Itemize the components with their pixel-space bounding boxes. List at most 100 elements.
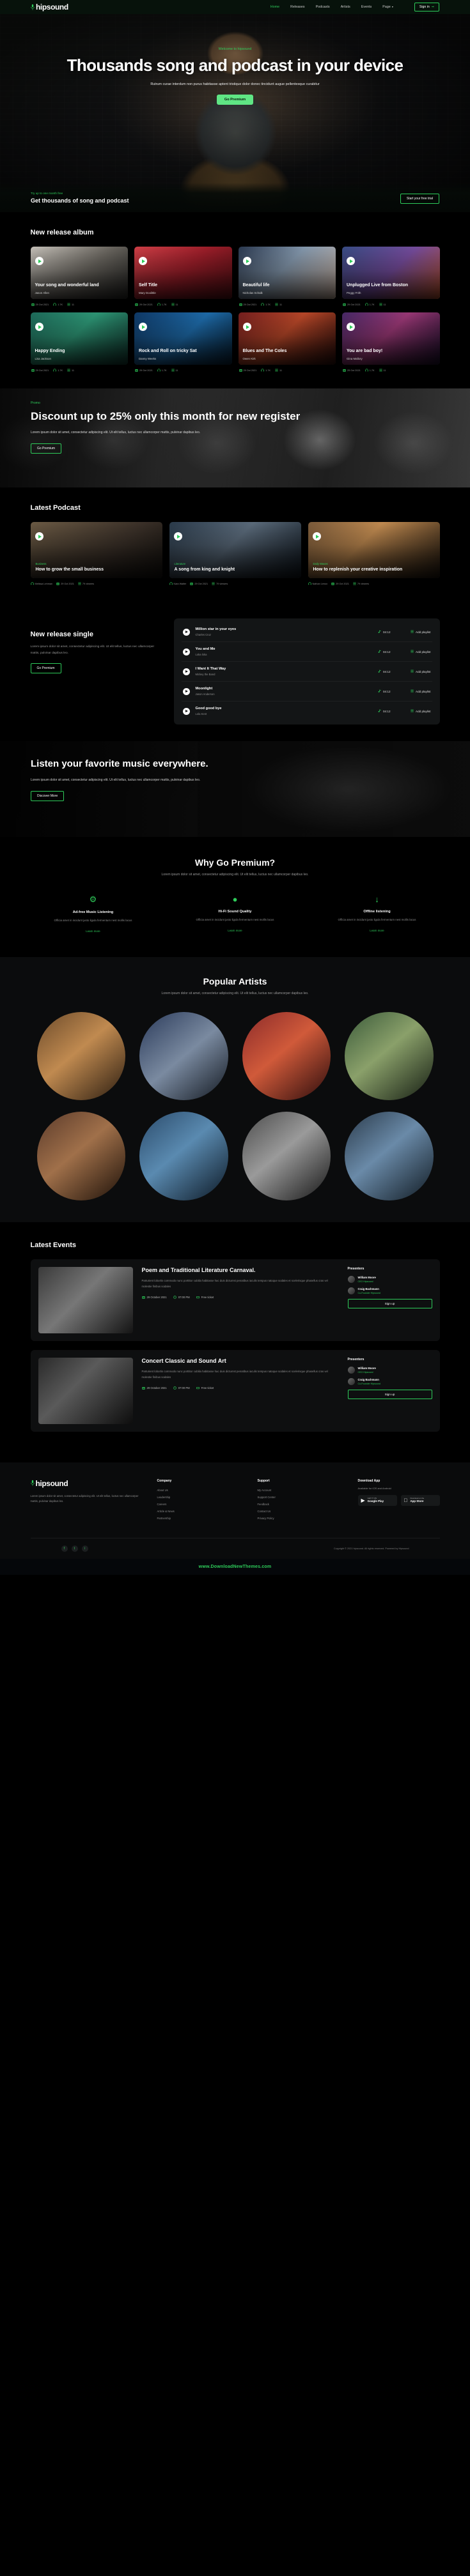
play-icon[interactable] <box>182 687 190 695</box>
footer-link[interactable]: Leadership <box>157 1496 245 1499</box>
store-button[interactable]:  Download on the App Store <box>400 1494 440 1506</box>
track-row[interactable]: I Want It That Way Mickey the Band 04:12… <box>181 662 432 682</box>
play-icon[interactable] <box>139 257 147 265</box>
album-artwork[interactable]: Unplugged Live from Boston Peggy Frith <box>342 247 440 299</box>
artist-avatar[interactable] <box>345 1112 434 1200</box>
music-note-icon <box>378 689 381 693</box>
artist-avatar[interactable] <box>242 1112 331 1200</box>
artist-avatar[interactable] <box>139 1112 228 1200</box>
social-icon[interactable]: i <box>81 1545 88 1552</box>
album-card[interactable]: Rock and Roll on tricky Sat Danny Weeks … <box>134 312 232 372</box>
album-card[interactable]: Self Title Mary Doolittle 29 Oct 2021 1.… <box>134 247 232 306</box>
nav-item-page[interactable]: Page ▾ <box>382 5 393 9</box>
store-button[interactable]: ▶ GET IT ON Google Play <box>357 1494 397 1506</box>
play-icon[interactable] <box>182 707 190 715</box>
footer-link[interactable]: Support Center <box>258 1496 345 1499</box>
album-artwork[interactable]: Happy Ending Lisa Jackson <box>30 312 128 365</box>
hero-go-premium-button[interactable]: Go Premium <box>216 95 254 105</box>
brand-logo[interactable]: hipsound <box>31 3 68 12</box>
podcast-card[interactable]: Literature A song from king and knight K… <box>169 522 301 585</box>
album-meta: 29 Oct 2021 1.7K 11 <box>31 303 129 306</box>
play-icon[interactable] <box>182 668 190 675</box>
event-signup-button[interactable]: Sign up <box>347 1298 432 1308</box>
footer-link[interactable]: About Us <box>157 1489 245 1492</box>
podcast-meta: Nathan Lenox 29 Oct 2021 79 viewers <box>308 582 440 585</box>
album-card[interactable]: Unplugged Live from Boston Peggy Frith 2… <box>342 247 440 306</box>
footer-link[interactable]: Careers <box>157 1503 245 1506</box>
album-artwork[interactable]: Beautiful life Nicholas Schalk <box>238 247 336 299</box>
avatar <box>347 1275 355 1283</box>
play-icon[interactable] <box>35 532 43 540</box>
feature-learn-more-link[interactable]: Learn more <box>370 929 384 932</box>
hero-subtitle: Rutrum curae interdum non purus habitass… <box>150 82 320 87</box>
track-row[interactable]: Moonlight Jason Anderson 04:12 Add playl… <box>181 682 432 702</box>
track-row[interactable]: You and Me Loka loka 04:12 Add playlist <box>181 642 432 662</box>
podcast-artwork[interactable]: Daily Waves How to replenish your creati… <box>308 522 440 578</box>
feature-learn-more-link[interactable]: Learn more <box>86 930 100 933</box>
nav-item-podcasts[interactable]: Podcasts <box>316 5 330 9</box>
album-artwork[interactable]: You are bad boy! Gina Mallory <box>342 312 440 365</box>
nav-item-releases[interactable]: Releases <box>290 5 304 9</box>
track-row[interactable]: Million star in your eyes Charles Cruz 0… <box>181 622 432 642</box>
social-icon[interactable]: f <box>61 1545 68 1552</box>
podcast-artwork[interactable]: Literature A song from king and knight <box>169 522 301 578</box>
play-icon[interactable] <box>35 257 43 265</box>
add-playlist-button[interactable]: Add playlist <box>411 670 431 673</box>
signin-button[interactable]: Sign in ➞ <box>414 3 439 12</box>
play-icon[interactable] <box>139 323 147 331</box>
artist-avatar[interactable] <box>242 1011 331 1101</box>
start-free-trial-button[interactable]: Start your free trial <box>400 194 439 204</box>
copyright-text: Copyright © 2021 hipsound. All rights re… <box>333 1547 409 1550</box>
feature-learn-more-link[interactable]: Learn more <box>228 929 242 932</box>
artist-avatar[interactable] <box>139 1011 228 1101</box>
event-signup-button[interactable]: Sign up <box>347 1389 432 1399</box>
footer-link[interactable]: Privacy Policy <box>258 1517 345 1520</box>
album-card[interactable]: You are bad boy! Gina Mallory 29 Oct 202… <box>342 312 440 372</box>
album-card[interactable]: Happy Ending Lisa Jackson 29 Oct 2021 1.… <box>30 312 128 372</box>
album-artwork[interactable]: Your song and wonderful land Jason Allen <box>30 247 128 299</box>
podcast-card[interactable]: Business How to grow the small business … <box>30 522 162 585</box>
play-icon[interactable] <box>347 323 355 331</box>
album-card[interactable]: Beautiful life Nicholas Schalk 29 Oct 20… <box>238 247 336 306</box>
add-playlist-button[interactable]: Add playlist <box>411 630 431 634</box>
track-row[interactable]: Good good bye Lola Kent 04:12 Add playli… <box>182 702 432 721</box>
play-icon[interactable] <box>173 532 182 540</box>
nav-item-events[interactable]: Events <box>361 5 372 9</box>
footer-link[interactable]: Contact Us <box>258 1510 345 1513</box>
play-icon[interactable] <box>242 257 251 265</box>
play-icon[interactable] <box>347 257 355 265</box>
login-arrow-icon: ➞ <box>431 5 434 9</box>
footer-link[interactable]: My Account <box>258 1489 345 1492</box>
album-artwork[interactable]: Rock and Roll on tricky Sat Danny Weeks <box>134 312 232 365</box>
add-playlist-button[interactable]: Add playlist <box>411 650 431 654</box>
footer-link[interactable]: Feedback <box>258 1503 345 1506</box>
single-go-premium-button[interactable]: Go Premium <box>30 663 61 673</box>
artist-avatar[interactable] <box>36 1011 125 1101</box>
album-card[interactable]: Blues and The Coles Owen Kirk 29 Oct 202… <box>238 312 336 372</box>
artist-avatar[interactable] <box>345 1011 434 1101</box>
play-icon[interactable] <box>35 323 43 331</box>
track-artist: Jason Anderson <box>195 693 215 696</box>
podcast-card[interactable]: Daily Waves How to replenish your creati… <box>308 522 440 585</box>
podcast-artwork[interactable]: Business How to grow the small business <box>30 522 162 578</box>
promo-go-premium-button[interactable]: Go Premium <box>31 443 62 454</box>
nav-item-artists[interactable]: Artists <box>341 5 350 9</box>
album-artwork[interactable]: Self Title Mary Doolittle <box>134 247 232 299</box>
play-icon[interactable] <box>182 648 190 656</box>
play-icon[interactable] <box>242 323 251 331</box>
album-plays: 1.7K <box>157 303 167 306</box>
add-playlist-button[interactable]: Add playlist <box>411 689 431 693</box>
album-artwork[interactable]: Blues and The Coles Owen Kirk <box>238 312 336 365</box>
footer-link[interactable]: Partnership <box>157 1517 245 1520</box>
footer-logo[interactable]: hipsound <box>30 1479 145 1488</box>
album-card[interactable]: Your song and wonderful land Jason Allen… <box>30 247 129 306</box>
nav-item-home[interactable]: Home <box>270 5 279 9</box>
album-meta: 29 Oct 2021 1.7K 11 <box>342 369 440 372</box>
artist-avatar[interactable] <box>36 1112 125 1200</box>
discover-more-button[interactable]: Discover More <box>31 790 65 801</box>
footer-link[interactable]: Article & News <box>157 1510 245 1513</box>
social-icon[interactable]: t <box>71 1545 78 1552</box>
play-icon[interactable] <box>312 532 321 540</box>
play-icon[interactable] <box>182 628 190 636</box>
add-playlist-button[interactable]: Add playlist <box>411 709 431 713</box>
